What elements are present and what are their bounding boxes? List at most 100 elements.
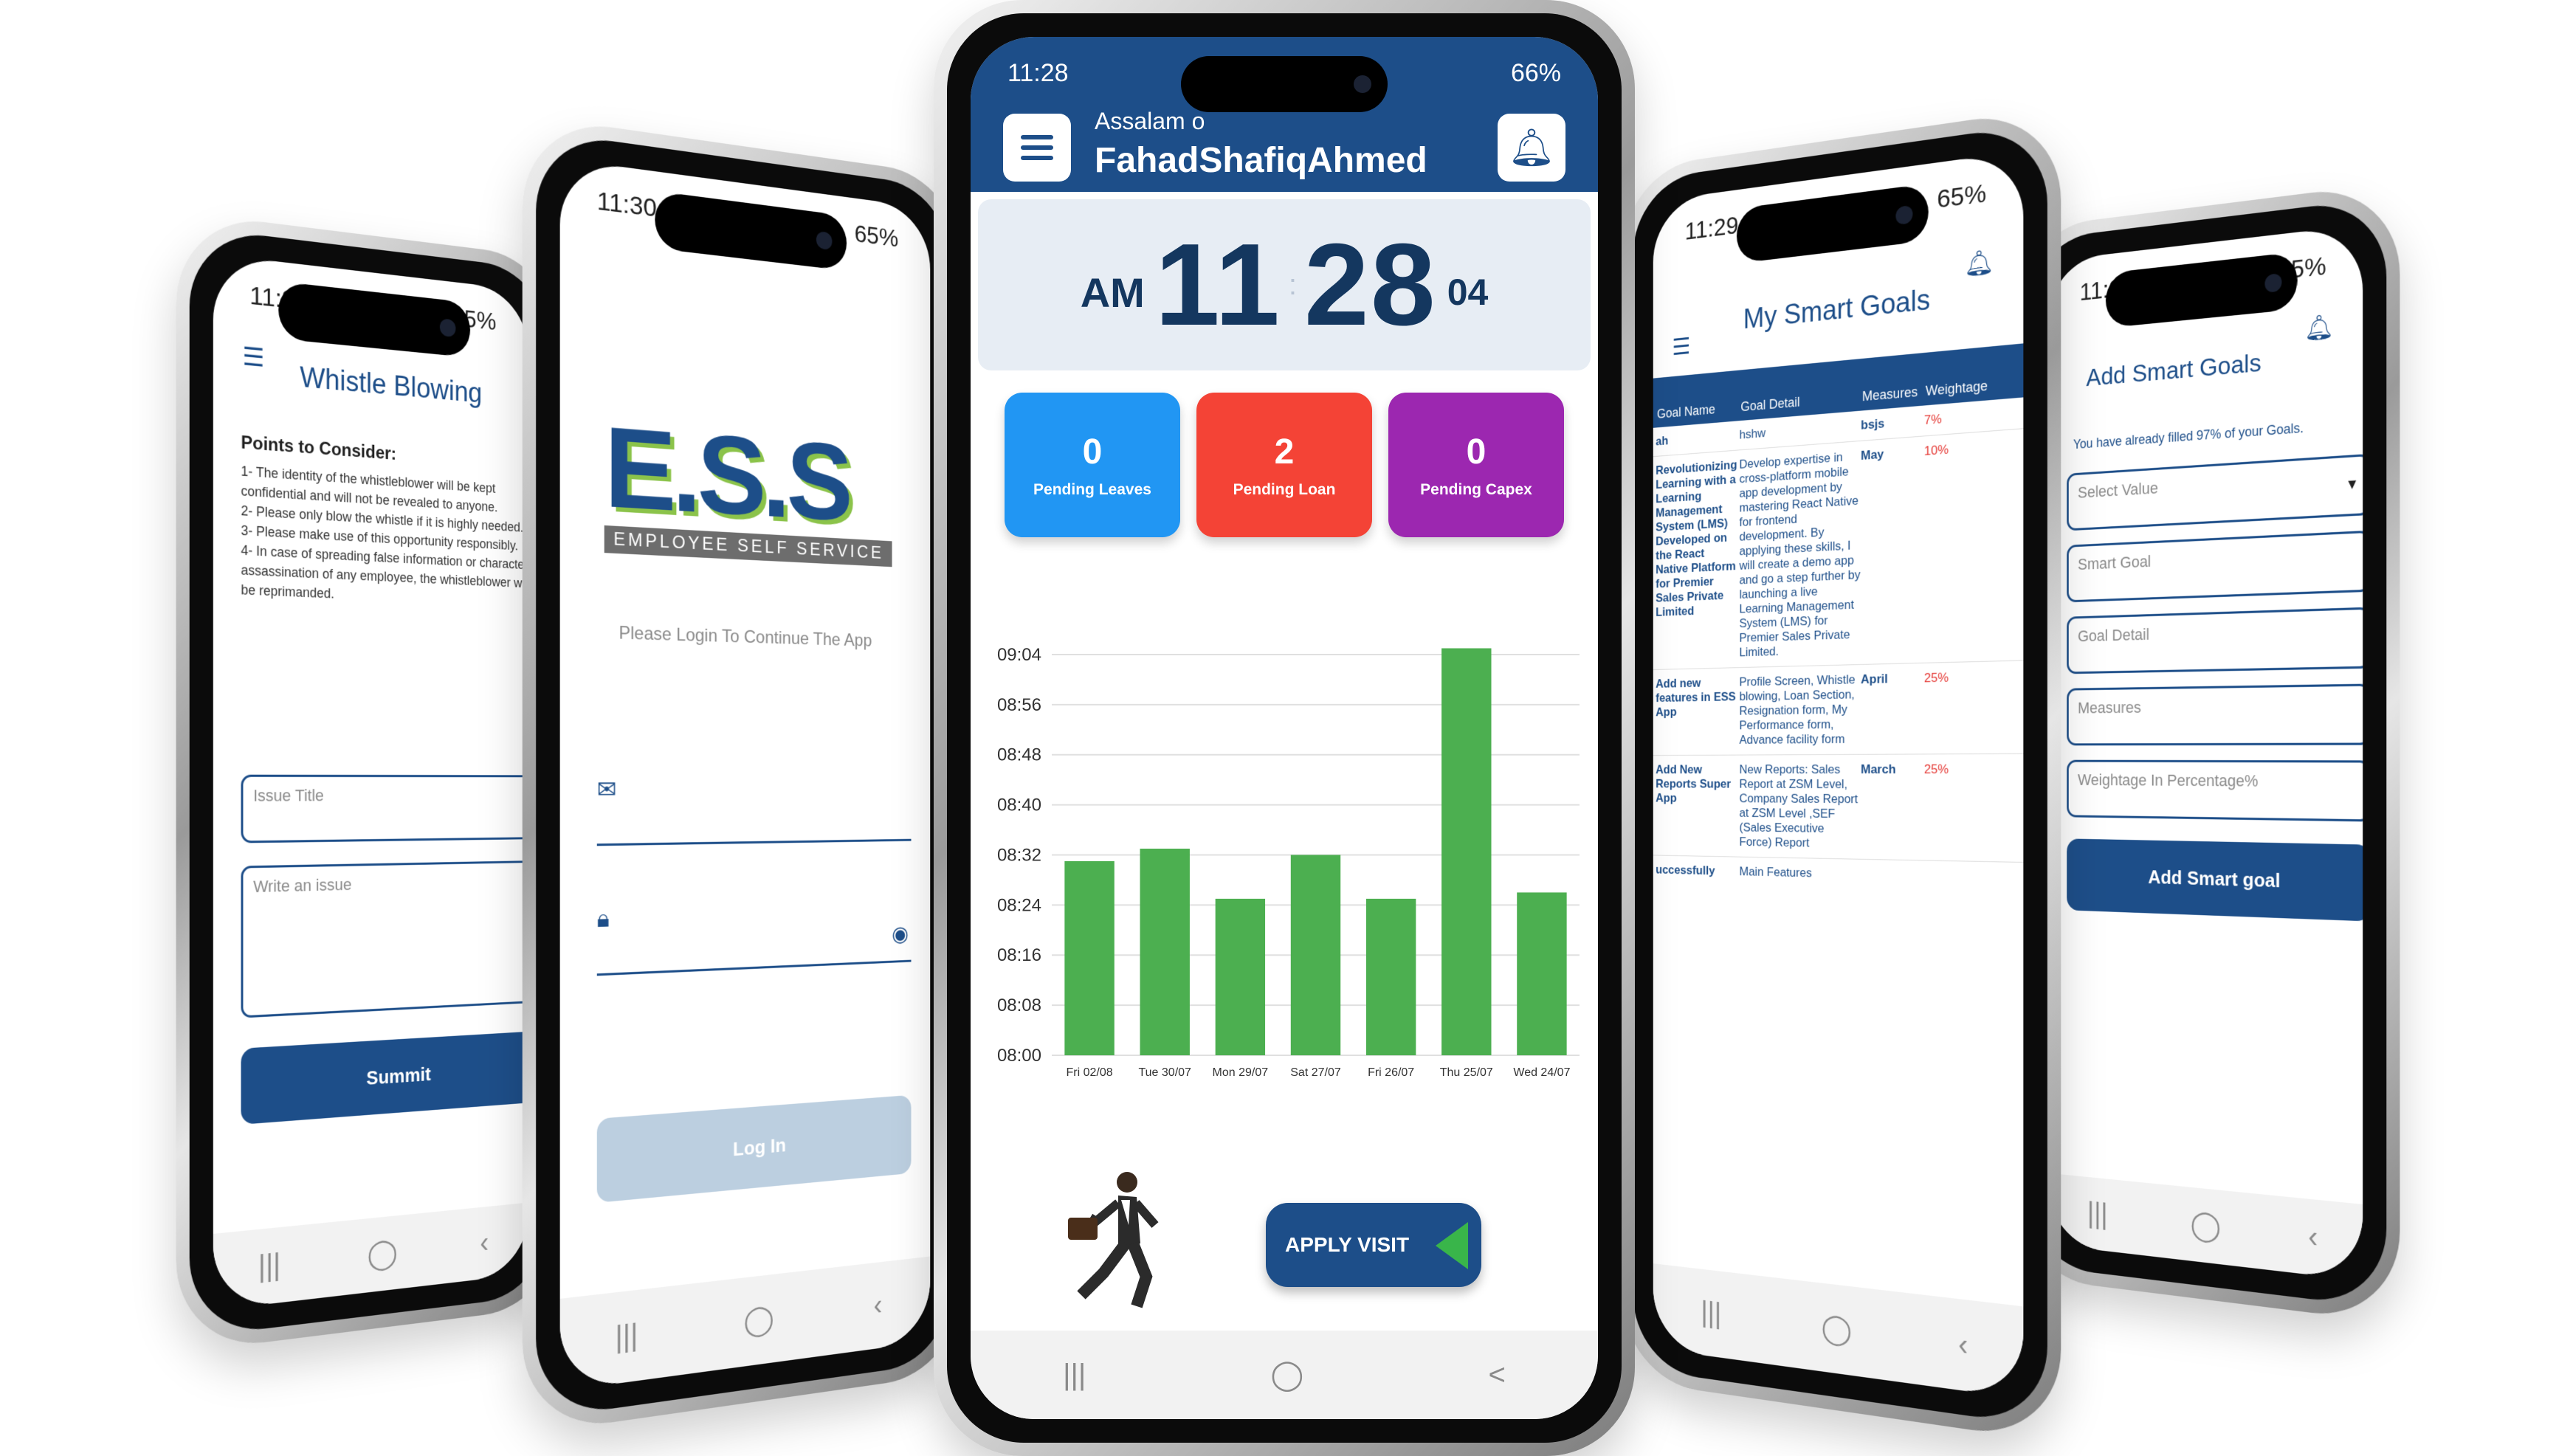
password-field[interactable]: 🔒︎ ◉ [596, 895, 912, 976]
issue-textarea[interactable]: Write an issue [241, 860, 528, 1018]
hamburger-icon-bar [1021, 156, 1053, 160]
goal-detail-input[interactable]: Goal Detail [2067, 607, 2363, 674]
smart-goal-input[interactable]: Smart Goal [2067, 530, 2363, 603]
login-screen: 11:30 65% E.S.S EMPLOYEE SELF SERVICE Ple… [559, 158, 931, 1392]
back-button[interactable]: < [1489, 1359, 1506, 1392]
back-button[interactable]: ‹ [874, 1288, 883, 1322]
lock-icon: 🔒︎ [596, 904, 610, 933]
bell-icon[interactable]: 🔔︎ [1964, 246, 1994, 279]
notification-button[interactable]: 🔔︎ [1498, 114, 1565, 182]
attendance-chart: 08:00 08:08 08:16 08:24 08:32 08:40 08:48 08:56… [997, 645, 1580, 1079]
recents-button[interactable]: ||| [1063, 1359, 1086, 1392]
phone-dashboard: 11:28 66% Assalam o FahadShafiqAhmed 🔔︎ … [934, 0, 1635, 1456]
recents-button[interactable]: ||| [258, 1248, 280, 1284]
x-tick-label: Wed 24/07 [1513, 1066, 1570, 1079]
bell-icon: 🔔︎ [1508, 126, 1555, 168]
home-button[interactable]: ◯ [1822, 1310, 1853, 1348]
x-tick-label: Fri 26/07 [1368, 1066, 1414, 1079]
dashboard-screen: 11:28 66% Assalam o FahadShafiqAhmed 🔔︎ … [971, 37, 1598, 1419]
login-subtitle: Please Login To Continue The App [619, 622, 872, 651]
y-tick-label: 08:32 [997, 845, 1041, 865]
points-heading: Points to Consider: [241, 432, 397, 464]
clock-separator: : [1288, 268, 1297, 301]
x-tick-label: Mon 29/07 [1213, 1066, 1269, 1079]
points-list: 1- The identity of the whistleblower wil… [241, 461, 528, 612]
page-title: Whistle Blowing [300, 362, 483, 410]
hamburger-icon-bar [1021, 145, 1053, 150]
back-button[interactable]: ‹ [480, 1226, 489, 1260]
measures-input[interactable]: Measures [2067, 683, 2363, 746]
goal-select[interactable]: Select Value ▾ [2067, 453, 2363, 531]
android-nav-bar: ||| ◯ ‹ [213, 1202, 528, 1311]
x-tick-label: Sat 27/07 [1290, 1066, 1341, 1079]
running-man-icon [1068, 1172, 1159, 1308]
clock-minutes: 28 [1303, 219, 1437, 350]
hamburger-icon-bar [1021, 135, 1053, 139]
table-row[interactable]: Add New Reports Super App New Reports: S… [1653, 753, 2024, 863]
filled-note: You have already filled 97% of your Goal… [2073, 420, 2304, 452]
user-name: FahadShafiqAhmed [1095, 141, 1427, 180]
x-tick-label: Fri 02/08 [1067, 1066, 1113, 1079]
home-button[interactable]: ◯ [2191, 1207, 2222, 1245]
phone-add-smart-goals: 11:29 65% 🔔︎ Add Smart Goals You have alr… [2016, 182, 2400, 1324]
status-battery: 66% [1510, 59, 1561, 87]
recents-button[interactable]: ||| [2087, 1197, 2108, 1232]
add-smart-goal-button[interactable]: Add Smart goal [2067, 838, 2363, 922]
back-button[interactable]: ‹ [2308, 1220, 2318, 1255]
digital-clock: AM 11 : 28 04 [978, 199, 1591, 370]
chart-bar [1517, 892, 1567, 1055]
submit-button[interactable]: Summit [241, 1030, 528, 1125]
y-tick-label: 08:00 [997, 1046, 1041, 1066]
clock-seconds: 04 [1447, 272, 1489, 313]
page-title: My Smart Goals [1743, 284, 1931, 336]
phone-my-smart-goals: 11:29 65% ☰ 🔔︎ My Smart Goals Goal Name G… [1622, 106, 2061, 1443]
home-button[interactable]: ◯ [367, 1235, 397, 1272]
pending-leaves-tile[interactable]: 0 Pending Leaves [1005, 393, 1180, 537]
android-nav-bar: ||| ◯ ‹ [2047, 1173, 2363, 1281]
login-button[interactable]: Log In [596, 1094, 912, 1203]
table-row[interactable]: Add new features in ESS App Profile Scre… [1653, 660, 2024, 756]
home-button[interactable]: ◯ [1271, 1358, 1304, 1392]
x-tick-label: Tue 30/07 [1138, 1066, 1191, 1079]
dropdown-caret-icon: ▾ [2348, 473, 2357, 494]
hamburger-icon[interactable]: ☰ [1673, 332, 1691, 361]
recents-button[interactable]: ||| [1701, 1296, 1721, 1331]
hamburger-icon[interactable]: ☰ [242, 341, 264, 373]
clock-ampm: AM [1080, 269, 1145, 316]
greeting: Assalam o [1095, 108, 1205, 134]
phone-whistle-blowing: 11:30 65% ☰ Whistle Blowing Points to Con… [176, 211, 560, 1353]
android-nav-bar: ||| ◯ < [971, 1331, 1598, 1419]
clock-hours: 11 [1154, 219, 1281, 350]
table-row[interactable]: Revolutionizing Learning with a Learning… [1653, 429, 2024, 670]
eye-icon[interactable]: ◉ [892, 922, 909, 948]
y-tick-label: 08:40 [997, 796, 1041, 815]
chart-bar [1064, 860, 1115, 1055]
goals-table-body: ah hshw bsjs 7% Revolutionizing Learning… [1653, 397, 2024, 893]
x-tick-label: Thu 25/07 [1440, 1066, 1493, 1079]
android-nav-bar: ||| ◯ ‹ [1653, 1263, 2024, 1399]
pending-loan-tile[interactable]: 2 Pending Loan [1196, 393, 1372, 537]
apply-visit-button[interactable]: APPLY VISIT [1266, 1203, 1481, 1287]
chart-bar [1441, 648, 1492, 1055]
menu-button[interactable] [1003, 114, 1071, 182]
page-title: Add Smart Goals [2086, 348, 2262, 392]
whistle-screen: 11:30 65% ☰ Whistle Blowing Points to Con… [213, 254, 528, 1311]
weightage-input[interactable]: Weightage In Percentage% [2067, 759, 2363, 822]
y-tick-label: 08:24 [997, 895, 1041, 915]
addgoal-screen: 11:29 65% 🔔︎ Add Smart Goals You have alr… [2047, 224, 2363, 1281]
home-button[interactable]: ◯ [743, 1302, 774, 1339]
back-button[interactable]: ‹ [1958, 1328, 1968, 1363]
recents-button[interactable]: ||| [616, 1318, 638, 1355]
issue-title-input[interactable]: Issue Title [241, 774, 528, 843]
y-tick-label: 08:48 [997, 745, 1041, 765]
bell-icon[interactable]: 🔔︎ [2304, 311, 2334, 343]
y-tick-label: 09:04 [997, 645, 1041, 665]
status-time: 11:28 [1007, 59, 1069, 87]
mail-icon: ✉ [596, 776, 617, 804]
android-nav-bar: ||| ◯ ‹ [559, 1256, 931, 1392]
table-row[interactable]: uccessfully Main Features [1653, 855, 2024, 893]
goals-screen: 11:29 65% ☰ 🔔︎ My Smart Goals Goal Name G… [1653, 151, 2024, 1399]
pending-capex-tile[interactable]: 0 Pending Capex [1388, 393, 1564, 537]
email-field[interactable]: ✉ [596, 775, 912, 846]
green-arrow-icon [1436, 1222, 1468, 1269]
